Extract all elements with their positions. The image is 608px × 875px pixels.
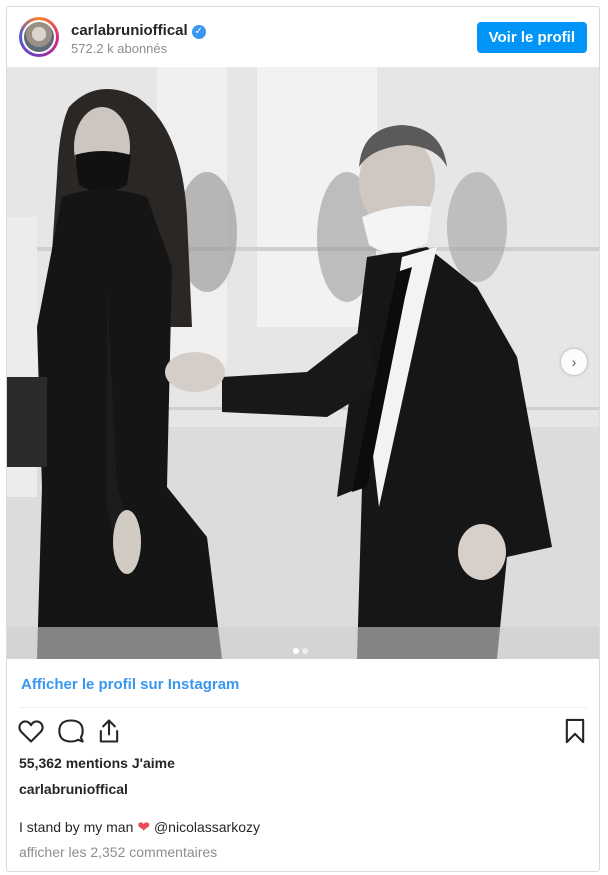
instagram-embed-card: carlabrunioffical ✓ 572.2 k abonnés Voir … — [6, 6, 600, 872]
divider — [19, 707, 587, 708]
caption-text: I stand by my man — [19, 819, 134, 835]
avatar[interactable] — [19, 17, 59, 57]
carousel-indicator — [293, 641, 311, 654]
heart-icon[interactable] — [17, 717, 45, 745]
caption-username[interactable]: carlabrunioffical — [19, 781, 128, 797]
post-header: carlabrunioffical ✓ 572.2 k abonnés Voir … — [7, 7, 599, 67]
likes-count[interactable]: 55,362 mentions J'aime — [19, 755, 175, 771]
username[interactable]: carlabrunioffical — [71, 22, 188, 39]
heart-emoji-icon: ❤ — [137, 819, 150, 836]
follower-count: 572.2 k abonnés — [71, 41, 168, 56]
view-comments-link[interactable]: afficher les 2,352 commentaires — [19, 844, 217, 860]
carousel-dot-active — [293, 648, 299, 654]
share-icon[interactable] — [95, 717, 123, 745]
view-on-instagram-link[interactable]: Afficher le profil sur Instagram — [21, 676, 239, 693]
verified-badge-icon: ✓ — [191, 25, 206, 39]
post-photo[interactable]: › — [7, 67, 599, 659]
view-profile-button[interactable]: Voir le profil — [476, 22, 587, 53]
caption-mention[interactable]: @nicolassarkozy — [154, 819, 260, 835]
comment-icon[interactable] — [57, 717, 85, 745]
carousel-dot — [302, 648, 308, 654]
next-arrow-icon[interactable]: › — [561, 349, 587, 375]
bookmark-icon[interactable] — [561, 717, 589, 745]
caption: I stand by my man ❤ @nicolassarkozy — [19, 818, 260, 836]
photo-illustration — [7, 67, 599, 659]
username-row[interactable]: carlabrunioffical ✓ — [71, 22, 206, 39]
